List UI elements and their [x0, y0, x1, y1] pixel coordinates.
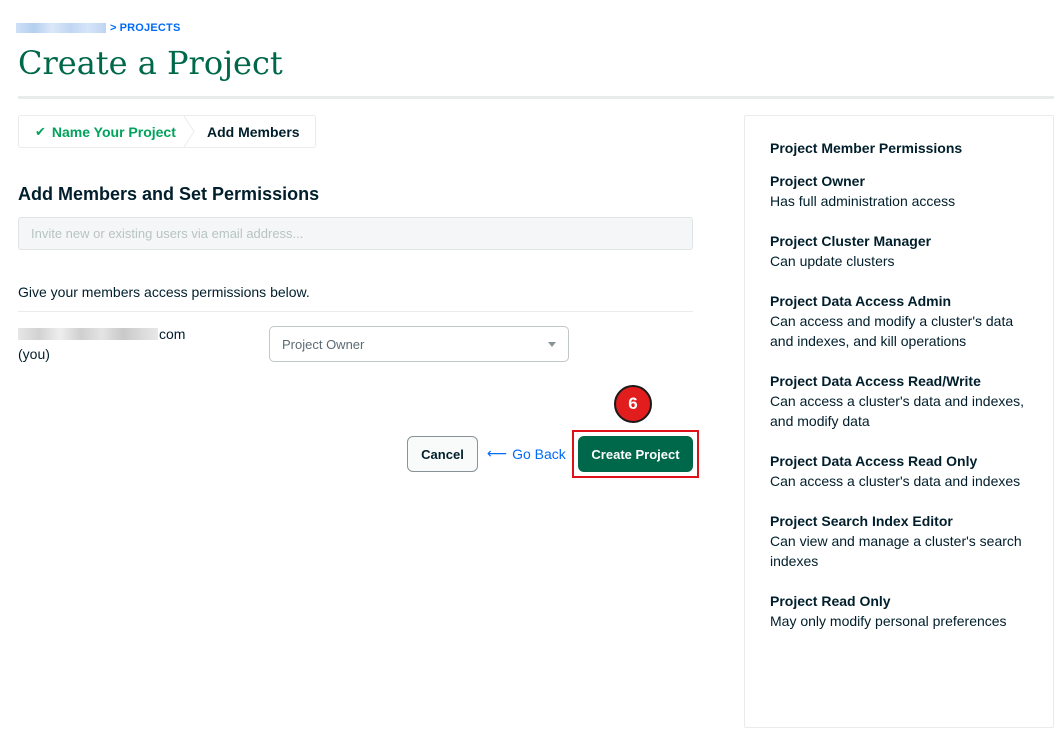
invite-email-input[interactable] — [18, 217, 693, 250]
check-icon: ✔ — [35, 123, 46, 139]
permission-description: Can access and modify a cluster's data a… — [770, 313, 1014, 349]
permission-name: Project Search Index Editor — [770, 513, 953, 529]
permission-item: Project Read Only May only modify person… — [770, 591, 1028, 631]
member-email: com — [18, 326, 185, 342]
divider — [18, 311, 693, 312]
permission-item: Project Data Access Read/Write Can acces… — [770, 371, 1028, 431]
step-number-badge: 6 — [614, 385, 652, 423]
page-title: Create a Project — [18, 44, 283, 82]
step-label: Name Your Project — [51, 123, 176, 140]
role-select[interactable]: Project Owner — [269, 326, 569, 362]
section-title: Add Members and Set Permissions — [18, 184, 320, 204]
permissions-side-panel: Project Member Permissions Project Owner… — [744, 115, 1054, 728]
permission-item: Project Owner Has full administration ac… — [770, 171, 1028, 211]
step-name-your-project[interactable]: ✔ Name Your Project — [19, 116, 195, 147]
email-suffix: com — [159, 326, 186, 342]
permission-description: Can access a cluster's data and indexes,… — [770, 393, 1025, 429]
email-redacted — [18, 328, 158, 340]
go-back-label: Go Back — [512, 445, 566, 462]
permissions-description: Give your members access permissions bel… — [18, 284, 310, 300]
permission-item: Project Cluster Manager Can update clust… — [770, 231, 1028, 271]
go-back-link[interactable]: ⟵ Go Back — [487, 445, 566, 462]
permission-description: Can update clusters — [770, 253, 895, 269]
breadcrumb-projects-link[interactable]: PROJECTS — [120, 22, 181, 34]
title-divider — [18, 96, 1054, 99]
breadcrumb-separator: > — [110, 22, 117, 34]
permission-name: Project Data Access Read Only — [770, 453, 978, 469]
permission-name: Project Owner — [770, 173, 865, 189]
role-select-value: Project Owner — [282, 336, 365, 352]
step-label: Add Members — [207, 123, 300, 140]
permission-name: Project Data Access Admin — [770, 293, 952, 309]
permission-description: May only modify personal preferences — [770, 613, 1007, 629]
permission-name: Project Cluster Manager — [770, 233, 932, 249]
permission-item: Project Search Index Editor Can view and… — [770, 511, 1028, 571]
member-you-label: (you) — [18, 346, 50, 362]
permission-description: Has full administration access — [770, 193, 956, 209]
side-panel-title: Project Member Permissions — [770, 140, 963, 156]
permission-item: Project Data Access Read Only Can access… — [770, 451, 1028, 491]
stepper: ✔ Name Your Project Add Members — [18, 115, 316, 148]
breadcrumb-org-redacted[interactable] — [16, 23, 106, 33]
breadcrumb: > PROJECTS — [16, 22, 181, 34]
permission-description: Can view and manage a cluster's search i… — [770, 533, 1022, 569]
permission-item: Project Data Access Admin Can access and… — [770, 291, 1028, 351]
step-add-members: Add Members — [187, 124, 300, 140]
cancel-button[interactable]: Cancel — [407, 436, 478, 472]
permission-name: Project Read Only — [770, 593, 891, 609]
permission-description: Can access a cluster's data and indexes — [770, 473, 1021, 489]
create-project-button[interactable]: Create Project — [578, 436, 693, 472]
caret-down-icon — [548, 342, 556, 347]
permission-name: Project Data Access Read/Write — [770, 373, 981, 389]
arrow-left-icon: ⟵ — [487, 445, 508, 461]
step-chevron-divider — [184, 116, 195, 147]
